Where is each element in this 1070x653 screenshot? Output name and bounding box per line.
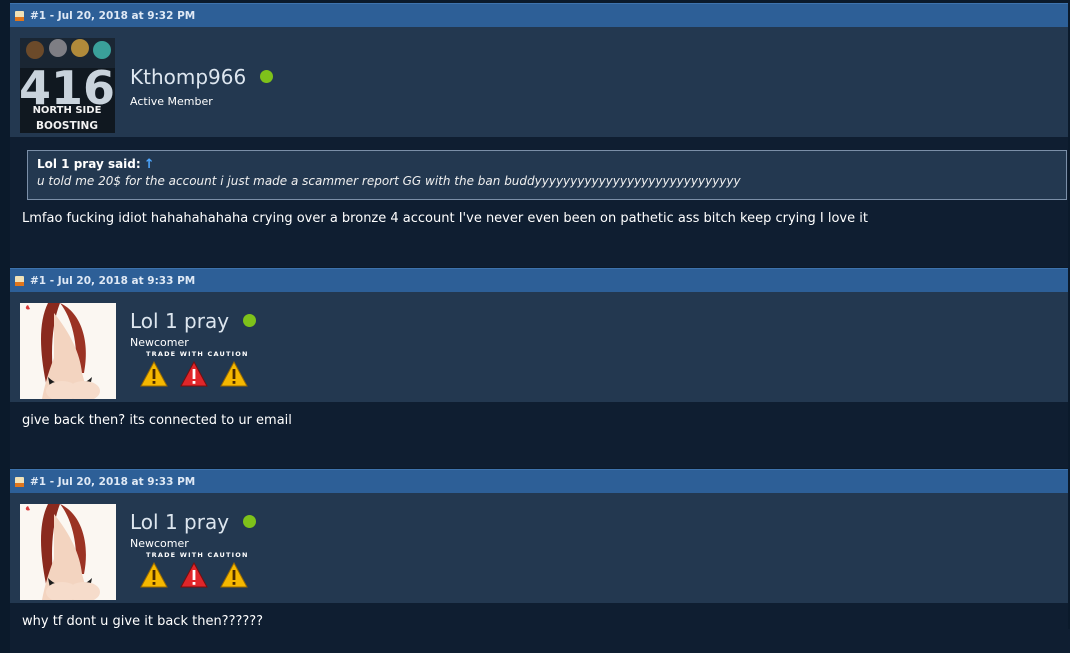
post-2: #1 - Jul 20, 2018 at 9:33 PM Lol 1 pray … [10,268,1070,468]
avatar[interactable] [20,303,116,399]
avatar-text-boosting: BOOSTING [36,120,98,132]
user-title: Newcomer [130,537,189,550]
username[interactable]: Lol 1 pray [130,309,257,333]
trade-warning-row [140,562,248,588]
post-icon [15,275,24,286]
post-header[interactable]: #1 - Jul 20, 2018 at 9:33 PM [10,469,1070,493]
avatar-image [20,504,116,600]
post-message: give back then? its connected to ur emai… [22,413,292,428]
user-title: Active Member [130,95,213,108]
online-status-icon [243,314,257,327]
quote-block: Lol 1 pray said: ↑ u told me 20$ for the … [27,150,1067,200]
username[interactable]: Lol 1 pray [130,510,257,534]
post-permalink[interactable]: #1 - Jul 20, 2018 at 9:33 PM [30,476,195,488]
user-block: 416 NORTH SIDE BOOSTING Kthomp966 Active… [10,27,1070,137]
username-text[interactable]: Kthomp966 [130,65,246,89]
post-message: why tf dont u give it back then?????? [22,614,264,629]
post-3: #1 - Jul 20, 2018 at 9:33 PM Lol 1 pray … [10,469,1070,653]
post-icon [15,10,24,21]
post-icon [15,476,24,487]
warning-triangle-icon [220,361,248,387]
username-text[interactable]: Lol 1 pray [130,510,229,534]
username-text[interactable]: Lol 1 pray [130,309,229,333]
post-permalink[interactable]: #1 - Jul 20, 2018 at 9:33 PM [30,275,195,287]
quote-author: Lol 1 pray said: [37,157,141,171]
quote-text: u told me 20$ for the account i just mad… [37,174,741,188]
warning-triangle-icon [140,562,168,588]
avatar-image: 416 NORTH SIDE BOOSTING [20,38,115,133]
avatar-image [20,303,116,399]
user-title: Newcomer [130,336,189,349]
online-status-icon [243,515,257,528]
post-header[interactable]: #1 - Jul 20, 2018 at 9:32 PM [10,3,1070,27]
warning-triangle-red-icon [180,361,208,387]
post-message: Lmfao fucking idiot hahahahahaha crying … [22,211,868,226]
warning-triangle-red-icon [180,562,208,588]
warning-triangle-icon [220,562,248,588]
trade-caution-label: TRADE WITH CAUTION [146,350,249,358]
avatar[interactable]: 416 NORTH SIDE BOOSTING [20,38,115,133]
online-status-icon [260,70,274,83]
avatar-text-northside: NORTH SIDE [33,105,102,116]
user-block: Lol 1 pray Newcomer TRADE WITH CAUTION [10,493,1070,603]
post-permalink[interactable]: #1 - Jul 20, 2018 at 9:32 PM [30,10,195,22]
post-body: Lol 1 pray said: ↑ u told me 20$ for the … [10,137,1070,267]
avatar[interactable] [20,504,116,600]
trade-warning-row [140,361,248,387]
post-1: #1 - Jul 20, 2018 at 9:32 PM 416 NORTH S… [10,3,1070,267]
trade-caution-label: TRADE WITH CAUTION [146,551,249,559]
post-body: give back then? its connected to ur emai… [10,402,1070,468]
warning-triangle-icon [140,361,168,387]
username[interactable]: Kthomp966 [130,65,274,89]
quote-jump-arrow-icon[interactable]: ↑ [144,157,155,172]
post-body: why tf dont u give it back then?????? [10,603,1070,653]
post-header[interactable]: #1 - Jul 20, 2018 at 9:33 PM [10,268,1070,292]
user-block: Lol 1 pray Newcomer TRADE WITH CAUTION [10,292,1070,402]
